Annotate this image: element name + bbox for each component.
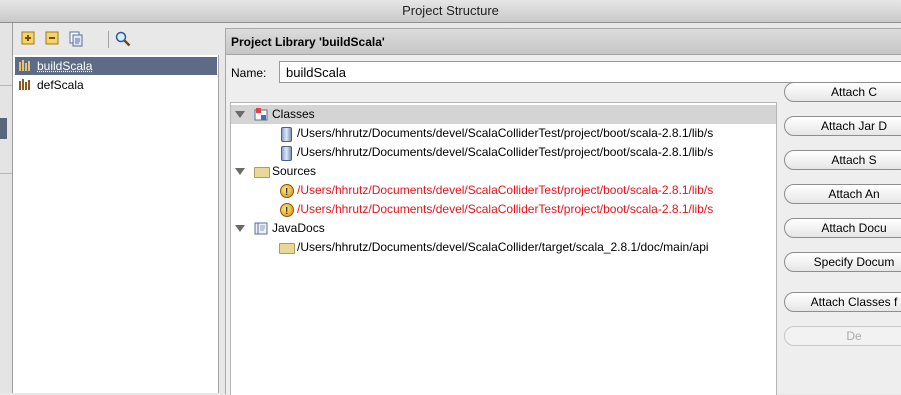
warning-icon — [280, 184, 294, 198]
toolbar-separator — [108, 31, 109, 48]
library-toolbar — [13, 23, 220, 55]
jar-icon — [281, 127, 292, 142]
panel-title: Project Library 'buildScala' — [226, 29, 901, 55]
find-icon[interactable] — [115, 31, 131, 47]
library-label: buildScala — [37, 59, 92, 73]
window-title: Project Structure — [402, 3, 499, 18]
expand-triangle-icon[interactable] — [235, 168, 245, 175]
tree-label: Sources — [272, 162, 316, 181]
add-icon[interactable] — [20, 31, 36, 47]
library-list[interactable]: buildScala defScala — [13, 55, 219, 393]
expand-triangle-icon[interactable] — [235, 225, 245, 232]
category-sidebar[interactable] — [0, 23, 12, 393]
sidebar-divider — [0, 173, 12, 174]
sources-folder-icon — [254, 167, 270, 178]
tree-item-source-path[interactable]: /Users/hhrutz/Documents/devel/ScalaColli… — [231, 181, 776, 200]
copy-icon[interactable] — [68, 31, 84, 47]
library-roots-tree[interactable]: Classes /Users/hhrutz/Documents/devel/Sc… — [230, 102, 777, 395]
library-icon — [19, 60, 33, 71]
tree-label: Classes — [272, 105, 315, 124]
classes-root-icon — [254, 108, 268, 121]
tree-node-classes[interactable]: Classes — [231, 105, 776, 124]
library-icon — [19, 79, 33, 90]
path-text: /Users/hhrutz/Documents/devel/ScalaColli… — [297, 143, 713, 162]
folder-icon — [279, 243, 295, 254]
library-details-panel: Project Library 'buildScala' Name: Class… — [225, 28, 901, 394]
tree-item-class-path[interactable]: /Users/hhrutz/Documents/devel/ScalaColli… — [231, 124, 776, 143]
tree-node-javadocs[interactable]: JavaDocs — [231, 219, 776, 238]
tree-item-javadoc-path[interactable]: /Users/hhrutz/Documents/devel/ScalaColli… — [231, 238, 776, 257]
window-title-bar: Project Structure — [0, 0, 901, 23]
tree-node-sources[interactable]: Sources — [231, 162, 776, 181]
warning-icon — [280, 203, 294, 217]
sidebar-selection-marker — [0, 118, 7, 139]
library-label: defScala — [37, 78, 84, 92]
sidebar-divider — [0, 85, 12, 86]
name-input[interactable] — [279, 61, 901, 83]
javadocs-root-icon — [254, 222, 268, 235]
library-item-defscala[interactable]: defScala — [15, 76, 217, 94]
path-text: /Users/hhrutz/Documents/devel/ScalaColli… — [297, 200, 713, 219]
tree-label: JavaDocs — [272, 219, 325, 238]
path-text: /Users/hhrutz/Documents/devel/ScalaColli… — [297, 181, 713, 200]
expand-triangle-icon[interactable] — [235, 111, 245, 118]
jar-icon — [281, 146, 292, 161]
name-label: Name: — [231, 66, 266, 80]
tree-item-class-path[interactable]: /Users/hhrutz/Documents/devel/ScalaColli… — [231, 143, 776, 162]
library-item-buildscala[interactable]: buildScala — [15, 57, 217, 75]
path-text: /Users/hhrutz/Documents/devel/ScalaColli… — [297, 124, 713, 143]
remove-icon[interactable] — [44, 31, 60, 47]
path-text: /Users/hhrutz/Documents/devel/ScalaColli… — [297, 238, 709, 257]
tree-item-source-path[interactable]: /Users/hhrutz/Documents/devel/ScalaColli… — [231, 200, 776, 219]
